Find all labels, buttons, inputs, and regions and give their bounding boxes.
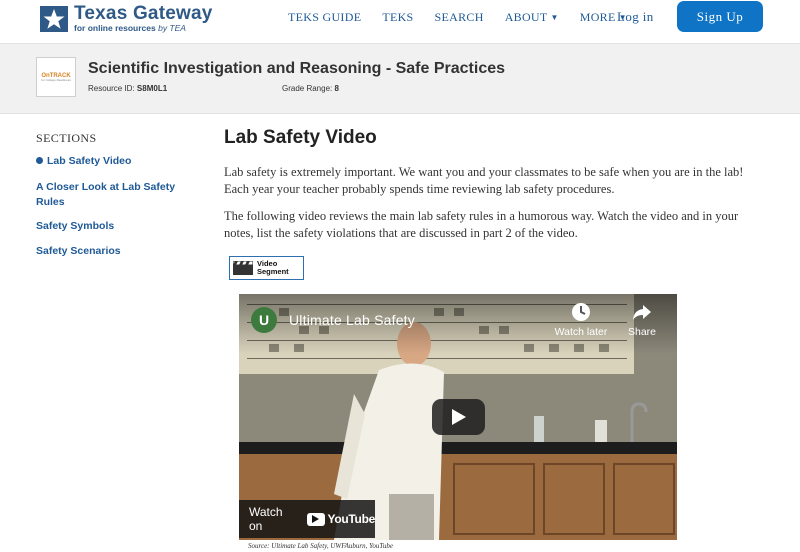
- share-arrow-icon: [632, 302, 652, 322]
- intro-paragraph: Lab safety is extremely important. We wa…: [224, 165, 744, 196]
- play-button[interactable]: [432, 399, 485, 435]
- resource-thumbnail: OnTRACK for College Readiness: [36, 57, 76, 97]
- resource-title: Scientific Investigation and Reasoning -…: [88, 60, 506, 77]
- video-segment-badge: Video Segment: [229, 256, 304, 280]
- sidebar-item-safety-symbols[interactable]: Safety Symbols: [36, 219, 196, 234]
- share-button[interactable]: Share: [625, 302, 659, 338]
- clock-icon: [571, 302, 591, 322]
- share-label: Share: [627, 326, 657, 338]
- thumbnail-subtitle: for College Readiness: [41, 77, 71, 82]
- caret-down-icon: ▼: [550, 13, 559, 22]
- youtube-icon: [307, 512, 325, 526]
- logo-subtitle: for online resources: [74, 23, 156, 33]
- main-nav: TEKS GUIDE TEKS SEARCH ABOUT ▼ MORE ▼: [288, 10, 648, 25]
- page-title: Lab Safety Video: [224, 127, 377, 148]
- signup-button[interactable]: Sign Up: [677, 1, 763, 32]
- watch-on-youtube-button[interactable]: Watch on YouTube: [239, 500, 375, 538]
- youtube-video-embed[interactable]: U Ultimate Lab Safety Watch later Share …: [239, 294, 677, 540]
- login-link[interactable]: Log in: [617, 9, 654, 25]
- sidebar-item-safety-scenarios[interactable]: Safety Scenarios: [36, 244, 196, 259]
- resource-id: Resource ID: S8M0L1: [88, 84, 168, 93]
- texas-gateway-logo[interactable]: Texas Gateway for online resources by TE…: [40, 4, 213, 33]
- watch-on-label: Watch on: [249, 505, 283, 533]
- watch-later-button[interactable]: Watch later: [553, 302, 609, 338]
- sections-heading: SECTIONS: [36, 131, 97, 145]
- nav-about[interactable]: ABOUT ▼: [505, 10, 559, 25]
- play-icon: [451, 409, 466, 425]
- nav-teks[interactable]: TEKS: [382, 10, 413, 25]
- resource-header: OnTRACK for College Readiness Scientific…: [0, 44, 800, 114]
- sidebar-item-closer-look[interactable]: A Closer Look at Lab Safety Rules: [36, 180, 196, 210]
- video-source-caption: Source: Ultimate Lab Safety, UWFAuburn, …: [248, 542, 393, 550]
- logo-title: Texas Gateway: [74, 3, 213, 24]
- star-logo-icon: [40, 6, 68, 32]
- watch-later-label: Watch later: [554, 326, 608, 338]
- clapperboard-icon: [232, 260, 254, 275]
- logo-by: by TEA: [158, 23, 186, 33]
- video-title[interactable]: Ultimate Lab Safety: [289, 312, 415, 328]
- sidebar-item-lab-safety-video[interactable]: Lab Safety Video: [36, 154, 196, 169]
- channel-avatar[interactable]: U: [251, 307, 277, 333]
- youtube-wordmark: YouTube: [327, 512, 376, 526]
- badge-line-2: Segment: [257, 267, 289, 276]
- nav-teks-guide[interactable]: TEKS GUIDE: [288, 10, 361, 25]
- instructions-paragraph: The following video reviews the main lab…: [224, 209, 739, 240]
- grade-range: Grade Range: 8: [282, 84, 339, 93]
- nav-search[interactable]: SEARCH: [435, 10, 484, 25]
- active-dot-icon: [36, 157, 43, 164]
- top-navbar: Texas Gateway for online resources by TE…: [0, 0, 800, 44]
